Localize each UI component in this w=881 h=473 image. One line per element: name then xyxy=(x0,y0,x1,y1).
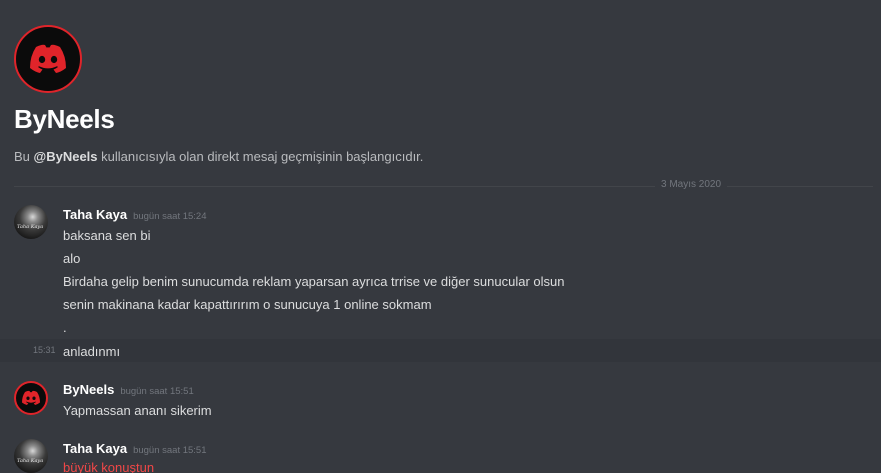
message-author[interactable]: Taha Kaya bugün saat 15:24 xyxy=(63,207,207,222)
date-divider xyxy=(14,186,873,187)
desc-prefix: Bu xyxy=(14,149,30,164)
message-line: alo xyxy=(63,251,81,266)
desc-suffix: kullanıcısıyla olan direkt mesaj geçmişi… xyxy=(101,149,424,164)
dm-chat-view: ByNeels Bu @ByNeels kullanıcısıyla olan … xyxy=(0,0,881,473)
dm-username-title: ByNeels xyxy=(14,104,115,134)
user-avatar[interactable]: Taha Kaya xyxy=(14,205,48,239)
user-avatar[interactable]: Taha Kaya xyxy=(14,439,48,473)
discord-icon xyxy=(22,390,40,405)
message-line: baksana sen bi xyxy=(63,228,151,243)
message-line: Birdaha gelip benim sunucumda reklam yap… xyxy=(63,274,565,289)
date-divider-label: 3 Mayıs 2020 xyxy=(655,179,728,190)
message-timestamp: bugün saat 15:24 xyxy=(133,211,207,222)
message-timestamp: bugün saat 15:51 xyxy=(133,445,207,456)
message-line: Yapmassan ananı sikerim xyxy=(63,403,212,418)
avatar-signature: Taha Kaya xyxy=(17,224,44,230)
message-author[interactable]: Taha Kaya bugün saat 15:51 xyxy=(63,441,207,456)
message-line: anladınmı xyxy=(63,344,121,359)
author-name[interactable]: Taha Kaya xyxy=(63,207,127,222)
avatar-signature: Taha Kaya xyxy=(17,458,44,464)
author-name[interactable]: Taha Kaya xyxy=(63,441,127,456)
message-timestamp: bugün saat 15:51 xyxy=(120,386,194,397)
message-author[interactable]: ByNeels bugün saat 15:51 xyxy=(63,382,194,397)
message-line: büyük konuştun xyxy=(63,460,155,473)
user-avatar[interactable] xyxy=(14,381,48,415)
dm-start-description: Bu @ByNeels kullanıcısıyla olan direkt m… xyxy=(14,149,423,164)
message-hover-highlight xyxy=(0,339,881,362)
message-line: senin makinana kadar kapattırırım o sunu… xyxy=(63,297,432,312)
author-name[interactable]: ByNeels xyxy=(63,382,114,397)
message-line: . xyxy=(63,320,67,335)
discord-icon xyxy=(30,44,66,73)
message-hover-time: 15:31 xyxy=(33,345,56,355)
desc-handle[interactable]: @ByNeels xyxy=(34,149,98,164)
user-avatar-large[interactable] xyxy=(14,25,82,93)
